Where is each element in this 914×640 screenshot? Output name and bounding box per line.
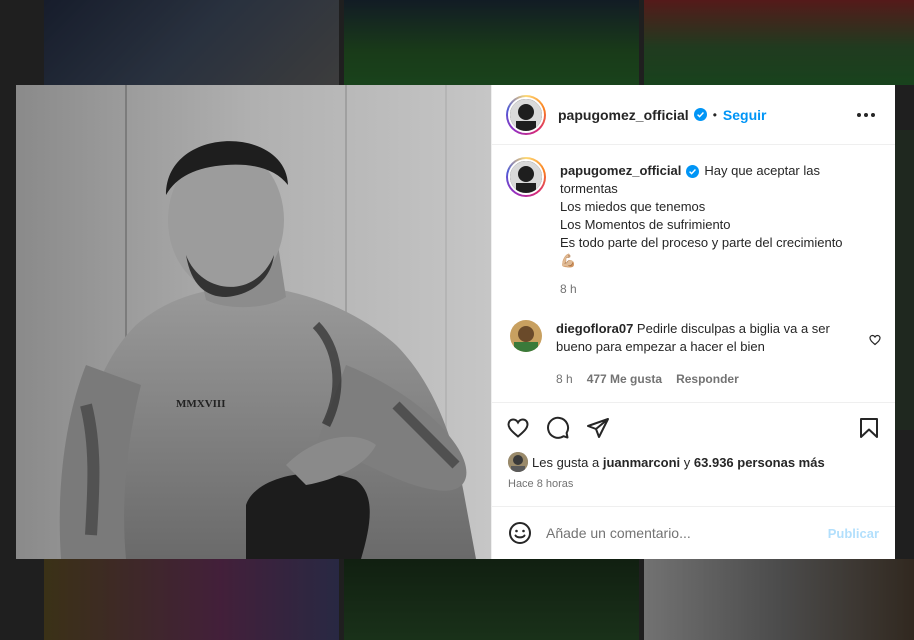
comment-likes[interactable]: 477 Me gusta <box>587 372 662 386</box>
save-bookmark-icon[interactable] <box>857 416 881 440</box>
flexed-biceps-emoji: 💪🏼 <box>560 253 577 268</box>
likes-connector: y <box>683 454 691 470</box>
likes-prefix: Les gusta a <box>532 454 600 470</box>
post-modal: MMXVIII papugomez_official • Seguir papu… <box>16 85 895 559</box>
caption-line: Los Momentos de sufrimiento <box>560 217 731 232</box>
more-options-icon[interactable] <box>851 107 881 123</box>
comment-item: diegoflora07 Pedirle disculpas a biglia … <box>506 320 881 388</box>
post-photo[interactable]: MMXVIII <box>16 85 491 559</box>
liker-avatar[interactable] <box>508 452 528 472</box>
like-heart-icon[interactable] <box>506 416 530 440</box>
caption: papugomez_official Hay que aceptar las to… <box>506 157 881 298</box>
comment-time[interactable]: 8 h <box>556 372 573 386</box>
verified-badge-icon <box>693 108 707 121</box>
liker-username[interactable]: juanmarconi <box>603 455 680 470</box>
follow-button[interactable]: Seguir <box>723 107 767 123</box>
likes-count[interactable]: 63.936 personas más <box>694 455 825 470</box>
post-image: MMXVIII <box>16 85 491 559</box>
author-avatar[interactable] <box>506 94 546 135</box>
post-header: papugomez_official • Seguir <box>492 85 895 145</box>
emoji-smiley-icon[interactable] <box>508 521 532 545</box>
comment-composer: Publicar <box>492 506 895 559</box>
post-side-panel: papugomez_official • Seguir papugomez_of… <box>491 85 895 559</box>
publish-button[interactable]: Publicar <box>828 526 879 541</box>
commenter-username[interactable]: diegoflora07 <box>556 321 633 336</box>
comment-like-heart-icon[interactable] <box>869 334 881 346</box>
caption-username[interactable]: papugomez_official <box>560 163 681 178</box>
caption-line: Los miedos que tenemos <box>560 199 706 214</box>
caption-time[interactable]: 8 h <box>560 282 577 296</box>
author-username[interactable]: papugomez_official <box>558 107 689 123</box>
comment-bubble-icon[interactable] <box>546 416 570 440</box>
tattoo-text: MMXVIII <box>176 398 226 410</box>
separator-dot: • <box>712 107 717 122</box>
caption-line: Es todo parte del proceso y parte del cr… <box>560 235 843 250</box>
verified-badge-icon <box>686 165 700 179</box>
post-action-bar <box>492 402 895 452</box>
comments-section: papugomez_official Hay que aceptar las to… <box>492 145 895 402</box>
comment-input[interactable] <box>546 525 828 541</box>
caption-author-avatar[interactable] <box>506 157 546 197</box>
likes-summary: Les gusta a juanmarconi y 63.936 persona… <box>492 452 895 472</box>
share-paper-plane-icon[interactable] <box>586 416 610 440</box>
reply-button[interactable]: Responder <box>676 372 739 386</box>
commenter-avatar[interactable] <box>510 320 542 352</box>
post-timestamp[interactable]: Hace 8 horas <box>492 472 895 506</box>
